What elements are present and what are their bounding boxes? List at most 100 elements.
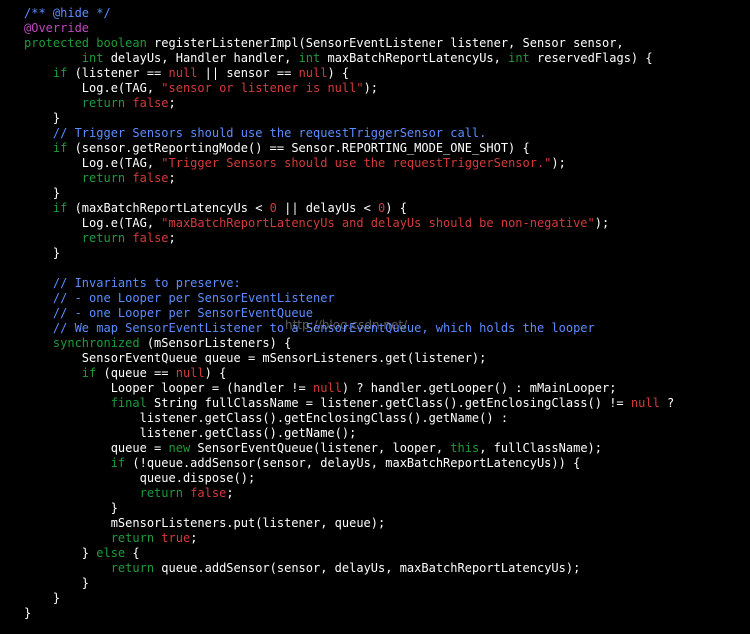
code-text: (sensor.getReportingMode() == Sensor.REP… [67,141,530,155]
code-line: final String fullClassName = listener.ge… [24,396,750,411]
keyword: if [52,66,68,80]
code-line: Log.e(TAG, "Trigger Sensors should use t… [24,156,750,171]
code-text: } [24,576,90,590]
literal: null [298,66,328,80]
code-line: } [24,111,750,126]
annotation: @Override [24,21,90,35]
code-text: ? [659,396,675,410]
code-text: (!queue.addSensor(sensor, delayUs, maxBa… [125,456,581,470]
code-text: } [24,501,118,515]
code-line: @Override [24,21,750,36]
code-line: if (listener == null || sensor == null) … [24,66,750,81]
code-text: delayUs, Handler handler, [103,51,299,65]
code-line: queue = new SensorEventQueue(listener, l… [24,441,750,456]
code-line: if (sensor.getReportingMode() == Sensor.… [24,141,750,156]
comment: /** @hide */ [24,6,111,20]
code-text: queue.addSensor(sensor, delayUs, maxBatc… [154,561,581,575]
code-text: registerListenerImpl(SensorEventListener… [146,36,624,50]
keyword: protected boolean [24,36,147,50]
code-line: listener.getClass().getName(); [24,426,750,441]
code-line: synchronized (mSensorListeners) { [24,336,750,351]
code-text: ); [551,156,566,170]
code-text: SensorEventQueue queue = mSensorListener… [24,351,487,365]
code-text: } [24,186,61,200]
code-text: queue = [24,441,169,455]
code-text: { [125,546,140,560]
keyword: return [110,561,155,575]
literal: true [161,531,191,545]
code-line: // Trigger Sensors should use the reques… [24,126,750,141]
code-text: ; [168,231,176,245]
code-text: Log.e(TAG, [24,81,162,95]
code-line: SensorEventQueue queue = mSensorListener… [24,351,750,366]
code-line: } [24,591,750,606]
code-line: protected boolean registerListenerImpl(S… [24,36,750,51]
code-text: } [24,111,61,125]
code-text: || sensor == [197,66,299,80]
keyword: synchronized [52,336,140,350]
keyword: return [110,531,155,545]
code-line: } else { [24,546,750,561]
code-text: ); [594,216,610,230]
code-text: listener.getClass().getName(); [24,426,357,440]
code-line: if (!queue.addSensor(sensor, delayUs, ma… [24,456,750,471]
code-line: listener.getClass().getEnclosingClass().… [24,411,750,426]
comment: // - one Looper per SensorEventListener [52,291,335,305]
code-line: // - one Looper per SensorEventListener [24,291,750,306]
code-text: queue.dispose(); [24,471,256,485]
code-text: , fullClassName); [479,441,603,455]
code-text: Log.e(TAG, [24,216,162,230]
literal: false [132,231,169,245]
code-line: Log.e(TAG, "sensor or listener is null")… [24,81,750,96]
code-line: /** @hide */ [24,6,750,21]
literal: null [630,396,660,410]
code-line: } [24,576,750,591]
code-line: if (queue == null) { [24,366,750,381]
code-text: ; [190,531,198,545]
keyword: return [81,171,126,185]
code-text: (maxBatchReportLatencyUs < [67,201,270,215]
code-text: ; [168,96,176,110]
code-line: } [24,246,750,261]
keyword: return [81,231,126,245]
code-text: Looper looper = (handler != [24,381,313,395]
code-text: (listener == [67,66,169,80]
keyword: int [508,51,530,65]
code-line: Looper looper = (handler != null) ? hand… [24,381,750,396]
code-text: } [24,591,61,605]
code-line: } [24,186,750,201]
keyword: new [168,441,191,455]
string: "sensor or listener is null" [161,81,364,95]
code-text: } [24,606,32,620]
code-text: ) { [204,366,227,380]
code-line: if (maxBatchReportLatencyUs < 0 || delay… [24,201,750,216]
code-editor: /** @hide */@Override protected boolean r… [0,0,750,634]
literal: null [168,66,198,80]
code-text: (queue == [96,366,176,380]
literal: null [175,366,205,380]
keyword: final [110,396,147,410]
code-line: return queue.addSensor(sensor, delayUs, … [24,561,750,576]
code-text: String fullClassName = listener.getClass… [146,396,631,410]
keyword: int [298,51,321,65]
code-line: mSensorListeners.put(listener, queue); [24,516,750,531]
code-line: return false; [24,486,750,501]
keyword: else [96,546,126,560]
literal: false [132,96,169,110]
code-text: SensorEventQueue(listener, looper, [190,441,451,455]
keyword: int [81,51,104,65]
string: "maxBatchReportLatencyUs and delayUs sho… [161,216,595,230]
keyword: this [450,441,480,455]
code-line: return false; [24,96,750,111]
code-text: || delayUs < [276,201,379,215]
